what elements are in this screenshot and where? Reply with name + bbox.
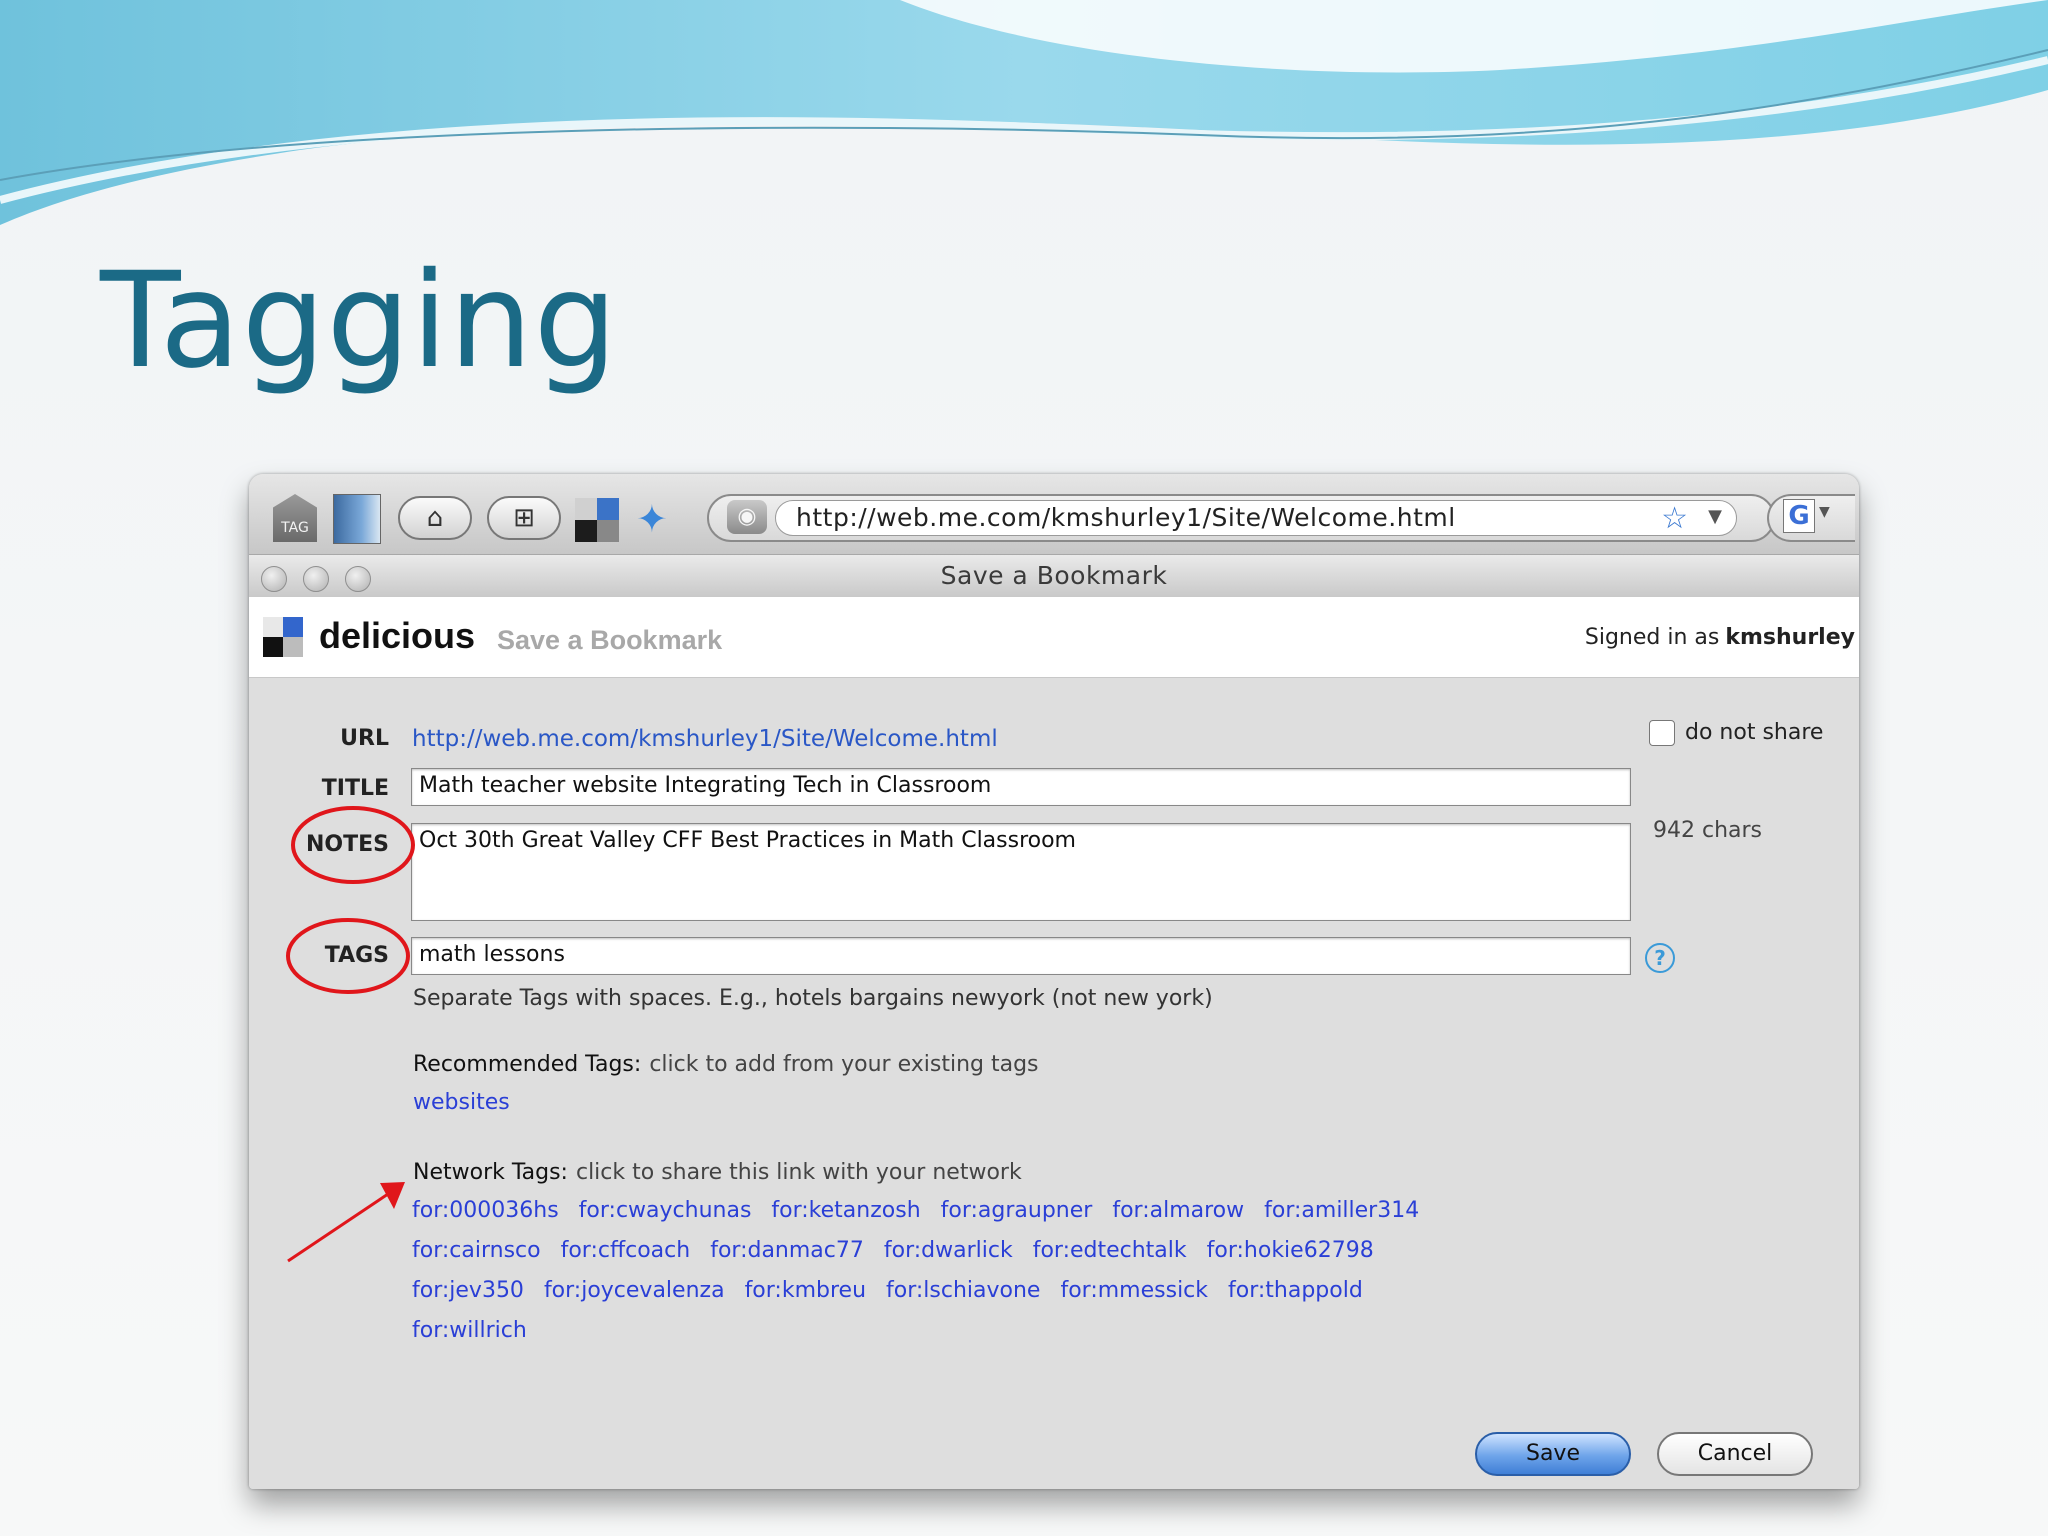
url-label: URL bbox=[340, 726, 389, 751]
apple-icon: ◉ bbox=[727, 500, 767, 534]
tags-input[interactable]: math lessons bbox=[411, 937, 1631, 975]
tag-icon[interactable]: TAG bbox=[273, 494, 317, 542]
window-title: Save a Bookmark bbox=[940, 561, 1168, 590]
search-engine-button[interactable]: G ▼ bbox=[1767, 494, 1855, 542]
username: kmshurley bbox=[1725, 625, 1855, 650]
star-icon[interactable]: ☆ bbox=[1661, 501, 1688, 536]
header-wave-decoration bbox=[0, 0, 2048, 225]
network-tag-link[interactable]: for:cairnsco bbox=[412, 1238, 541, 1263]
recommended-tags-title: Recommended Tags: bbox=[413, 1052, 642, 1077]
address-text: http://web.me.com/kmshurley1/Site/Welcom… bbox=[796, 503, 1456, 532]
network-tags-heading: Network Tags: click to share this link wi… bbox=[413, 1160, 1022, 1185]
chevron-down-icon[interactable]: ▼ bbox=[1708, 506, 1722, 527]
recommended-tag-link[interactable]: websites bbox=[413, 1090, 510, 1115]
network-tags-row: for:000036hs for:cwaychunas for:ketanzosh f… bbox=[412, 1198, 1439, 1223]
url-link[interactable]: http://web.me.com/kmshurley1/Site/Welcom… bbox=[412, 726, 998, 752]
network-tags-row: for:jev350 for:joycevalenza for:kmbreu for:… bbox=[412, 1278, 1383, 1303]
notes-label: NOTES bbox=[306, 832, 389, 857]
add-bookmark-icon: ⊞ bbox=[513, 503, 535, 533]
chars-remaining: 942 chars bbox=[1653, 818, 1763, 843]
network-tags-row: for:willrich bbox=[412, 1318, 547, 1343]
title-label: TITLE bbox=[321, 776, 389, 801]
delicious-icon[interactable] bbox=[575, 498, 619, 542]
do-not-share-label: do not share bbox=[1685, 720, 1824, 745]
save-button[interactable]: Save bbox=[1475, 1432, 1631, 1476]
network-tag-link[interactable]: for:dwarlick bbox=[884, 1238, 1013, 1263]
network-tag-link[interactable]: for:amiller314 bbox=[1264, 1198, 1419, 1223]
network-tag-link[interactable]: for:thappold bbox=[1228, 1278, 1363, 1303]
bookmark-screenshot: TAG ⌂ ⊞ ✦ ◉ http://web.me.com/kmshurley1… bbox=[249, 474, 1859, 1489]
network-tag-link[interactable]: for:edtechtalk bbox=[1033, 1238, 1187, 1263]
window-titlebar: Save a Bookmark bbox=[249, 554, 1859, 598]
google-icon: G bbox=[1783, 499, 1815, 533]
signed-in-prefix: Signed in as bbox=[1584, 625, 1720, 650]
network-tag-link[interactable]: for:danmac77 bbox=[710, 1238, 864, 1263]
tag-icon-label: TAG bbox=[281, 520, 309, 536]
cancel-button[interactable]: Cancel bbox=[1657, 1432, 1813, 1476]
page-subtitle: Save a Bookmark bbox=[497, 625, 723, 655]
delicious-logo bbox=[263, 617, 303, 657]
do-not-share-checkbox[interactable] bbox=[1649, 720, 1675, 746]
help-icon[interactable]: ? bbox=[1645, 943, 1675, 973]
network-tag-link[interactable]: for:lschiavone bbox=[886, 1278, 1040, 1303]
address-bar[interactable]: ◉ http://web.me.com/kmshurley1/Site/Welc… bbox=[707, 494, 1775, 542]
network-tags-title: Network Tags: bbox=[413, 1160, 568, 1185]
network-tags-row: for:cairnsco for:cffcoach for:danmac77 for:… bbox=[412, 1238, 1394, 1263]
chevron-down-icon: ▼ bbox=[1819, 504, 1830, 520]
network-tag-link[interactable]: for:cwaychunas bbox=[579, 1198, 752, 1223]
network-tag-link[interactable]: for:cffcoach bbox=[561, 1238, 691, 1263]
address-field[interactable]: http://web.me.com/kmshurley1/Site/Welcom… bbox=[775, 500, 1737, 536]
network-tag-link[interactable]: for:ketanzosh bbox=[771, 1198, 920, 1223]
network-tag-link[interactable]: for:agraupner bbox=[941, 1198, 1093, 1223]
add-bookmark-button[interactable]: ⊞ bbox=[487, 496, 561, 540]
network-tag-link[interactable]: for:willrich bbox=[412, 1318, 527, 1343]
network-tags-desc: click to share this link with your netwo… bbox=[575, 1160, 1022, 1185]
recommended-tags-heading: Recommended Tags: click to add from your … bbox=[413, 1052, 1039, 1077]
title-input[interactable]: Math teacher website Integrating Tech in… bbox=[411, 768, 1631, 806]
home-icon: ⌂ bbox=[426, 503, 444, 533]
recommended-tags-desc: click to add from your existing tags bbox=[649, 1052, 1039, 1077]
delicious-header: delicious Save a Bookmark Signed in as km… bbox=[249, 597, 1859, 678]
network-tag-link[interactable]: for:000036hs bbox=[412, 1198, 559, 1223]
network-tag-link[interactable]: for:joycevalenza bbox=[544, 1278, 725, 1303]
notes-textarea[interactable]: Oct 30th Great Valley CFF Best Practices… bbox=[411, 823, 1631, 921]
slide-title: Tagging bbox=[100, 244, 619, 398]
save-bookmark-form: URL http://web.me.com/kmshurley1/Site/We… bbox=[249, 678, 1859, 1489]
browser-toolbar: TAG ⌂ ⊞ ✦ ◉ http://web.me.com/kmshurley1… bbox=[249, 474, 1859, 554]
bookmarks-book-icon[interactable] bbox=[333, 494, 381, 544]
network-tag-link[interactable]: for:mmessick bbox=[1060, 1278, 1208, 1303]
signed-in-status: Signed in as kmshurley bbox=[1585, 625, 1855, 650]
tags-label: TAGS bbox=[324, 943, 389, 968]
network-tag-link[interactable]: for:kmbreu bbox=[745, 1278, 866, 1303]
bird-icon[interactable]: ✦ bbox=[636, 496, 688, 542]
home-button[interactable]: ⌂ bbox=[398, 496, 472, 540]
tags-hint: Separate Tags with spaces. E.g., hotels … bbox=[413, 986, 1213, 1011]
network-tag-link[interactable]: for:almarow bbox=[1112, 1198, 1244, 1223]
network-tag-link[interactable]: for:hokie62798 bbox=[1207, 1238, 1374, 1263]
network-tag-link[interactable]: for:jev350 bbox=[412, 1278, 524, 1303]
brand-name: delicious bbox=[319, 615, 476, 656]
